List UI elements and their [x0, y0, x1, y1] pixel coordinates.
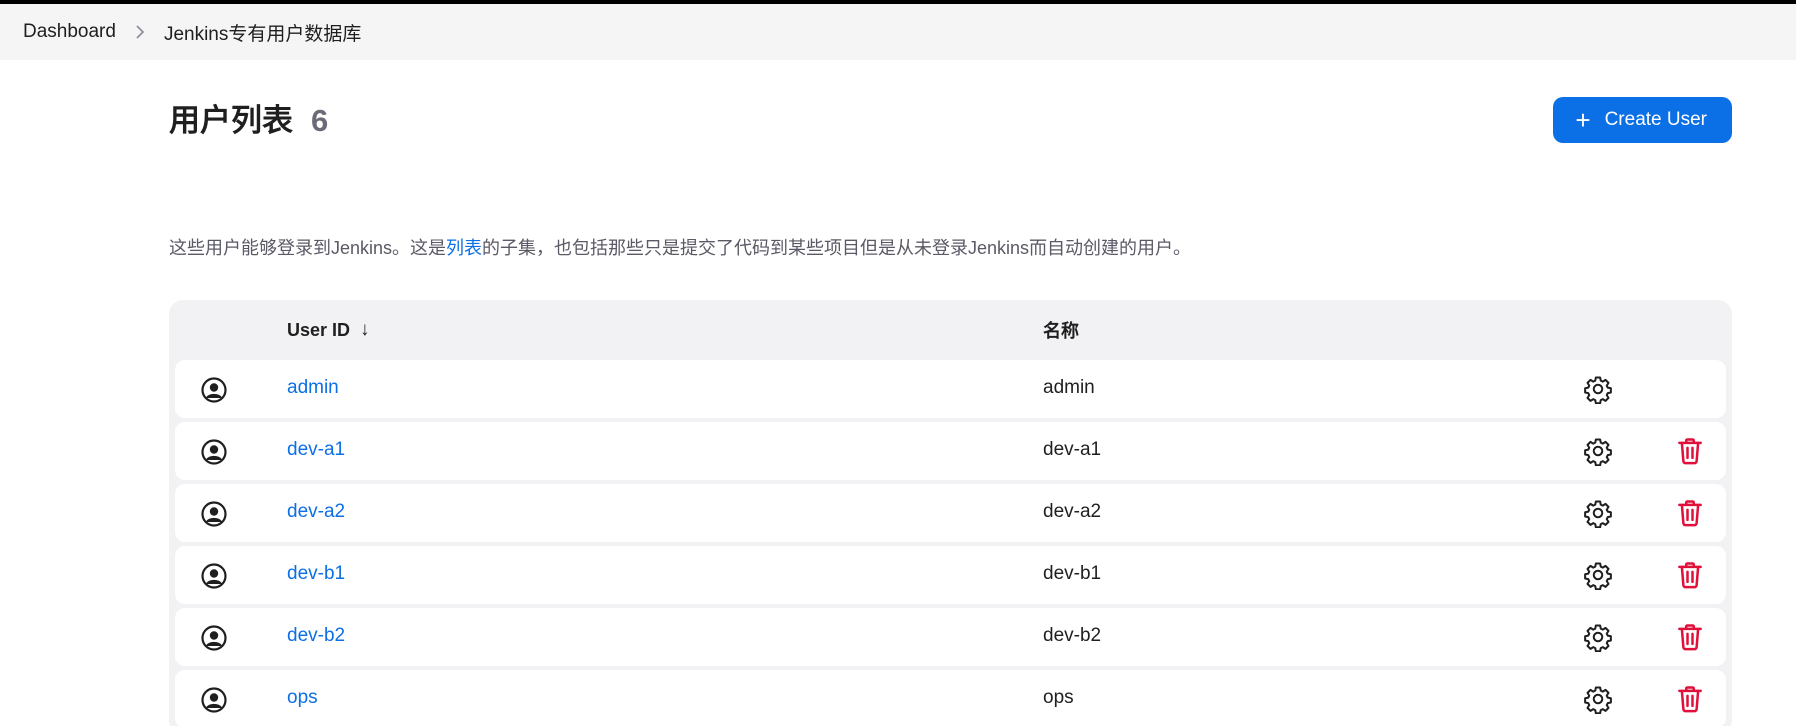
gear-icon[interactable]	[1583, 622, 1613, 652]
gear-icon[interactable]	[1583, 374, 1613, 404]
user-name: ops	[1043, 687, 1074, 708]
user-name: dev-b2	[1043, 625, 1102, 646]
user-id-link[interactable]: dev-b1	[287, 563, 345, 585]
user-name: dev-a1	[1043, 439, 1102, 460]
trash-icon[interactable]	[1675, 436, 1705, 466]
table-body: admin admin dev-a1 dev-a1 dev-a2 dev-a2 dev-b1…	[175, 360, 1726, 726]
sort-down-icon: ↓	[360, 319, 370, 340]
users-table: User ID ↓ 名称 admin admin dev-a1 dev-a1 dev-a…	[169, 300, 1732, 726]
user-avatar-icon	[201, 625, 227, 651]
user-avatar-icon	[201, 563, 227, 589]
user-count: 6	[311, 103, 329, 138]
trash-icon[interactable]	[1675, 622, 1705, 652]
table-row: admin admin	[175, 360, 1726, 418]
breadcrumb: Dashboard Jenkins专有用户数据库	[0, 4, 1796, 60]
trash-icon[interactable]	[1675, 684, 1705, 714]
table-row: dev-a1 dev-a1	[175, 422, 1726, 480]
table-row: ops ops	[175, 670, 1726, 726]
trash-icon[interactable]	[1675, 560, 1705, 590]
user-id-link[interactable]: ops	[287, 687, 318, 709]
user-name: dev-a2	[1043, 501, 1102, 522]
user-id-link[interactable]: dev-b2	[287, 625, 345, 647]
create-user-button[interactable]: + Create User	[1553, 97, 1732, 143]
breadcrumb-user-database[interactable]: Jenkins专有用户数据库	[164, 19, 361, 46]
page-header: 用户列表 6 + Create User	[169, 60, 1732, 176]
gear-icon[interactable]	[1583, 560, 1613, 590]
description-list-link[interactable]: 列表	[446, 238, 482, 258]
table-header: User ID ↓ 名称	[175, 300, 1726, 360]
user-id-link[interactable]: dev-a1	[287, 439, 345, 461]
breadcrumb-dashboard[interactable]: Dashboard	[23, 21, 116, 43]
table-row: dev-b2 dev-b2	[175, 608, 1726, 666]
table-row: dev-b1 dev-b1	[175, 546, 1726, 604]
column-header-name: 名称	[1043, 321, 1079, 341]
user-name: admin	[1043, 377, 1095, 398]
main-content: 用户列表 6 + Create User 这些用户能够登录到Jenkins。这是列…	[169, 60, 1732, 726]
user-avatar-icon	[201, 377, 227, 403]
chevron-right-icon	[135, 25, 145, 39]
user-name: dev-b1	[1043, 563, 1102, 584]
column-header-user-id[interactable]: User ID ↓	[287, 319, 370, 341]
gear-icon[interactable]	[1583, 498, 1613, 528]
user-avatar-icon	[201, 501, 227, 527]
gear-icon[interactable]	[1583, 436, 1613, 466]
page-title-text: 用户列表	[169, 103, 293, 138]
description-before: 这些用户能够登录到Jenkins。这是	[169, 238, 447, 258]
column-header-user-id-label: User ID	[287, 319, 351, 340]
page-description: 这些用户能够登录到Jenkins。这是列表的子集，也包括那些只是提交了代码到某些…	[169, 236, 1732, 260]
create-user-label: Create User	[1604, 109, 1707, 130]
gear-icon[interactable]	[1583, 684, 1613, 714]
plus-icon: +	[1575, 105, 1591, 135]
table-row: dev-a2 dev-a2	[175, 484, 1726, 542]
description-after: 的子集，也包括那些只是提交了代码到某些项目但是从未登录Jenkins而自动创建的…	[482, 238, 1192, 258]
user-avatar-icon	[201, 687, 227, 713]
user-id-link[interactable]: dev-a2	[287, 501, 345, 523]
user-avatar-icon	[201, 439, 227, 465]
page-title: 用户列表 6	[169, 102, 328, 140]
user-id-link[interactable]: admin	[287, 377, 339, 399]
trash-icon[interactable]	[1675, 498, 1705, 528]
